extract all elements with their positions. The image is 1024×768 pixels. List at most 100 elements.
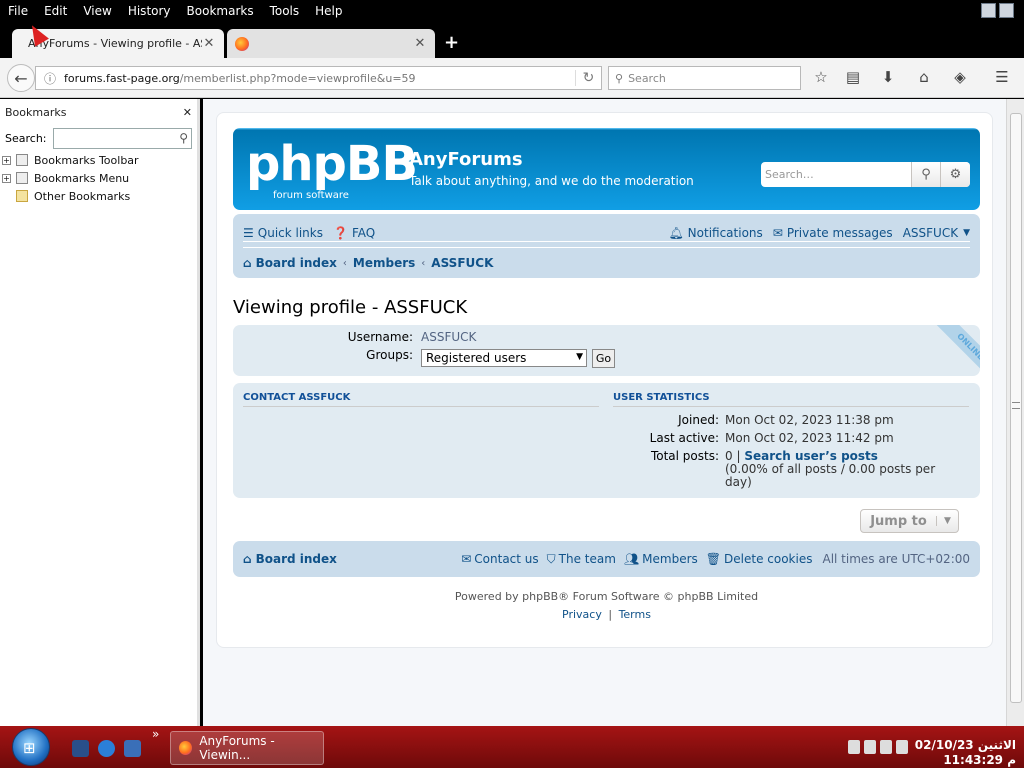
close-sidebar-icon[interactable]: ✕: [183, 106, 192, 119]
private-messages-link[interactable]: ✉ Private messages: [773, 226, 893, 240]
bookmark-item-other[interactable]: Other Bookmarks: [0, 187, 197, 205]
bookmark-star-icon[interactable]: ☆: [811, 68, 831, 88]
menu-view[interactable]: View: [75, 4, 119, 18]
search-icon: ⚲: [179, 130, 188, 145]
sidebar-search-input[interactable]: ⚲: [52, 127, 192, 149]
close-tab-icon[interactable]: ✕: [202, 36, 216, 51]
jump-to-label: Jump to: [870, 513, 927, 529]
link-separator: |: [608, 608, 613, 621]
timezone-info: All times are UTC+02:00: [822, 552, 970, 566]
total-posts-label: Total posts:: [650, 449, 719, 463]
tray-icon[interactable]: [848, 740, 860, 754]
groups-selected: Registered users: [426, 351, 527, 365]
expand-icon[interactable]: +: [2, 173, 11, 183]
online-badge: ONLINE: [922, 325, 980, 383]
tray-icon[interactable]: [880, 740, 892, 754]
close-tab-icon[interactable]: ✕: [413, 36, 427, 51]
quick-links-button[interactable]: ☰ Quick links: [243, 226, 323, 240]
search-button[interactable]: ⚲: [912, 162, 941, 187]
downloads-icon[interactable]: ⬇: [878, 68, 898, 88]
reading-list-icon[interactable]: ▤: [843, 68, 863, 88]
tab-second[interactable]: ✕: [227, 29, 435, 58]
advanced-search-button[interactable]: ⚙: [941, 162, 970, 187]
taskbar-firefox-window[interactable]: AnyForums - Viewin...: [170, 731, 324, 765]
menu-tools[interactable]: Tools: [262, 4, 308, 18]
search-user-posts-link[interactable]: Search user’s posts: [744, 449, 878, 463]
trash-icon: 🗑︎: [705, 552, 722, 566]
menu-edit[interactable]: Edit: [36, 4, 75, 18]
go-button[interactable]: Go: [592, 349, 615, 368]
bell-icon: 🔔︎: [668, 225, 684, 240]
page-content: phpBB forum software AnyForums Talk abou…: [203, 99, 1006, 726]
contact-us-link[interactable]: ✉ Contact us: [461, 552, 538, 566]
restore-button[interactable]: [999, 3, 1014, 18]
nav-links-row: ☰ Quick links ❓ FAQ 🔔︎ Notifications ✉ Priva…: [243, 224, 970, 242]
user-menu[interactable]: ASSFUCK ▼: [903, 226, 970, 240]
groups-label: Groups:: [366, 348, 413, 362]
logo-text: phpBB: [246, 136, 418, 192]
chevron-left-icon: ‹: [421, 257, 426, 269]
home-icon: ⌂: [243, 552, 252, 566]
back-button[interactable]: ←: [7, 64, 35, 92]
screen: File Edit View History Bookmarks Tools H…: [0, 0, 1024, 768]
internet-explorer-icon[interactable]: [98, 740, 115, 757]
delete-cookies-link[interactable]: 🗑︎ Delete cookies: [706, 552, 813, 566]
forum-search-input[interactable]: Search…: [761, 162, 912, 187]
total-posts-count: 0 |: [725, 449, 741, 463]
outlook-icon[interactable]: [124, 740, 141, 757]
footer-board-index[interactable]: ⌂ Board index: [243, 552, 453, 566]
jump-to-button[interactable]: Jump to ▼: [860, 509, 959, 533]
question-icon: ❓: [333, 225, 348, 240]
menu-help[interactable]: Help: [307, 4, 350, 18]
bookmark-item-menu[interactable]: + Bookmarks Menu: [0, 169, 197, 187]
menu-history[interactable]: History: [120, 4, 179, 18]
the-team-link[interactable]: ⛉ The team: [547, 552, 616, 567]
hamburger-menu-icon[interactable]: ☰: [992, 68, 1012, 88]
expand-icon[interactable]: +: [2, 155, 11, 165]
privacy-link[interactable]: Privacy: [562, 608, 602, 621]
sidebar-title: Bookmarks: [5, 105, 67, 119]
breadcrumb-members[interactable]: Members: [353, 256, 415, 270]
tray-icon[interactable]: [864, 740, 876, 754]
site-info-icon[interactable]: ⓘ: [36, 70, 64, 87]
taskbar-window-label: AnyForums - Viewin...: [199, 734, 275, 762]
menu-bookmarks[interactable]: Bookmarks: [179, 4, 262, 18]
page-scrollbar[interactable]: [1006, 99, 1024, 726]
shield-icon: ⛉: [546, 551, 556, 566]
phpbb-logo[interactable]: phpBB forum software: [246, 136, 418, 201]
menu-file[interactable]: File: [0, 4, 36, 18]
bookmark-label: Other Bookmarks: [34, 189, 131, 203]
show-desktop-icon[interactable]: [72, 740, 89, 757]
terms-link[interactable]: Terms: [619, 608, 651, 621]
notifications-link[interactable]: 🔔︎ Notifications: [668, 226, 762, 240]
bookmark-item-toolbar[interactable]: + Bookmarks Toolbar: [0, 151, 197, 169]
breadcrumb-user[interactable]: ASSFUCK: [431, 256, 493, 270]
browser-search-field[interactable]: ⚲ Search: [608, 66, 801, 90]
inbox-icon: ✉: [772, 225, 783, 240]
reload-icon[interactable]: ↻: [575, 70, 601, 86]
home-icon[interactable]: ⌂: [914, 68, 934, 88]
pocket-icon[interactable]: ◈: [950, 68, 970, 88]
tray-icon[interactable]: [896, 740, 908, 754]
members-label: Members: [642, 552, 698, 566]
groups-select[interactable]: Registered users ▼: [421, 349, 587, 367]
sidebar-search-label: Search:: [5, 131, 47, 145]
stats-heading: USER STATISTICS: [613, 392, 969, 407]
username-label: ASSFUCK: [902, 225, 959, 240]
forum-header: phpBB forum software AnyForums Talk abou…: [233, 128, 980, 210]
url-text: forums.fast-page.org/memberlist.php?mode…: [64, 72, 575, 85]
bookmarks-sidebar: Bookmarks ✕ Search: ⚲ + Bookmarks Toolba…: [0, 99, 200, 726]
url-bar[interactable]: ⓘ forums.fast-page.org/memberlist.php?mo…: [35, 66, 602, 90]
username-label: Username:: [347, 330, 413, 344]
taskbar: ⊞ » AnyForums - Viewin... 02/10/23 الاثن…: [0, 726, 1024, 768]
breadcrumb-board-index[interactable]: Board index: [256, 256, 337, 270]
more-chevron-icon[interactable]: »: [152, 727, 159, 741]
system-clock[interactable]: 02/10/23 الاثنين 11:43:29 م: [915, 738, 1016, 768]
faq-link[interactable]: ❓ FAQ: [333, 226, 375, 240]
start-button[interactable]: ⊞: [12, 728, 50, 766]
policy-links: Privacy | Terms: [233, 608, 980, 621]
members-link[interactable]: 👥︎ Members: [624, 552, 698, 566]
minimize-button[interactable]: [981, 3, 996, 18]
new-tab-button[interactable]: +: [444, 32, 459, 53]
clock-time: 11:43:29 م: [943, 753, 1016, 767]
